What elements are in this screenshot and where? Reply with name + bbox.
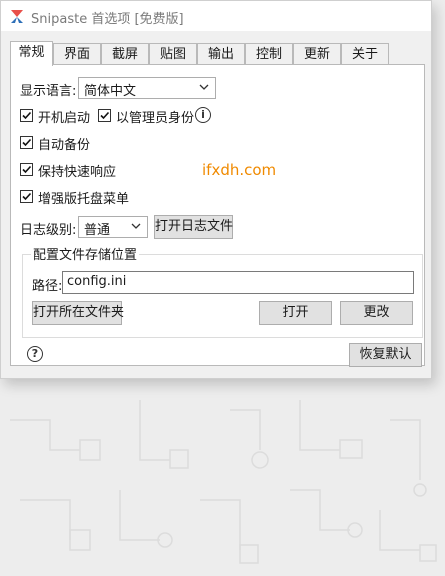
chevron-down-icon (199, 84, 209, 90)
backup-checkbox[interactable] (20, 136, 33, 149)
open-log-file-button[interactable]: 打开日志文件 (154, 215, 233, 239)
tray-menu-label: 增强版托盘菜单 (38, 192, 130, 207)
window-title: Snipaste 首选项 [免费版] (31, 12, 184, 27)
checkmark-icon (22, 192, 32, 201)
snipaste-logo-icon (11, 10, 23, 23)
tab-snip[interactable]: 截屏 (101, 43, 149, 65)
tray-menu-checkbox[interactable] (20, 190, 33, 203)
chevron-down-icon (131, 223, 141, 229)
help-icon[interactable]: ? (27, 346, 43, 362)
language-value: 简体中文 (84, 84, 137, 99)
config-group-title: 配置文件存储位置 (31, 244, 140, 263)
startup-label: 开机启动 (38, 111, 91, 126)
log-level-label: 日志级别: (20, 223, 77, 238)
admin-checkbox[interactable] (98, 109, 111, 122)
checkmark-icon (22, 111, 32, 120)
config-location-group (22, 254, 423, 338)
log-level-value: 普通 (84, 223, 111, 238)
checkmark-icon (100, 111, 110, 120)
restore-defaults-button[interactable]: 恢复默认 (349, 343, 422, 367)
path-value: config.ini (67, 274, 127, 289)
path-field[interactable]: config.ini (62, 271, 414, 294)
tab-interface[interactable]: 界面 (53, 43, 101, 65)
watermark-text: ifxdh.com (202, 161, 277, 179)
tab-control[interactable]: 控制 (245, 43, 293, 65)
tab-general[interactable]: 常规 (10, 41, 53, 66)
language-select[interactable]: 简体中文 (78, 77, 216, 99)
checkmark-icon (22, 138, 32, 147)
keep-responsive-label: 保持快速响应 (38, 165, 117, 180)
log-level-select[interactable]: 普通 (78, 216, 148, 238)
change-config-button[interactable]: 更改 (340, 301, 413, 325)
title-bar: Snipaste 首选项 [免费版] (1, 1, 431, 31)
tab-update[interactable]: 更新 (293, 43, 341, 65)
open-folder-button[interactable]: 打开所在文件夹 (32, 301, 124, 325)
path-label: 路径: (32, 279, 63, 294)
tab-paste[interactable]: 贴图 (149, 43, 197, 65)
keep-responsive-checkbox[interactable] (20, 163, 33, 176)
backup-label: 自动备份 (38, 138, 91, 153)
tab-about[interactable]: 关于 (341, 43, 389, 65)
startup-checkbox[interactable] (20, 109, 33, 122)
open-config-button[interactable]: 打开 (259, 301, 332, 325)
checkmark-icon (22, 165, 32, 174)
language-label: 显示语言: (20, 84, 77, 99)
tab-output[interactable]: 输出 (197, 43, 245, 65)
admin-label: 以管理员身份 (116, 111, 195, 126)
preferences-window: Snipaste 首选项 [免费版] 常规 界面 截屏 贴图 输出 控制 更新 … (0, 0, 432, 379)
info-icon[interactable]: i (195, 107, 211, 123)
